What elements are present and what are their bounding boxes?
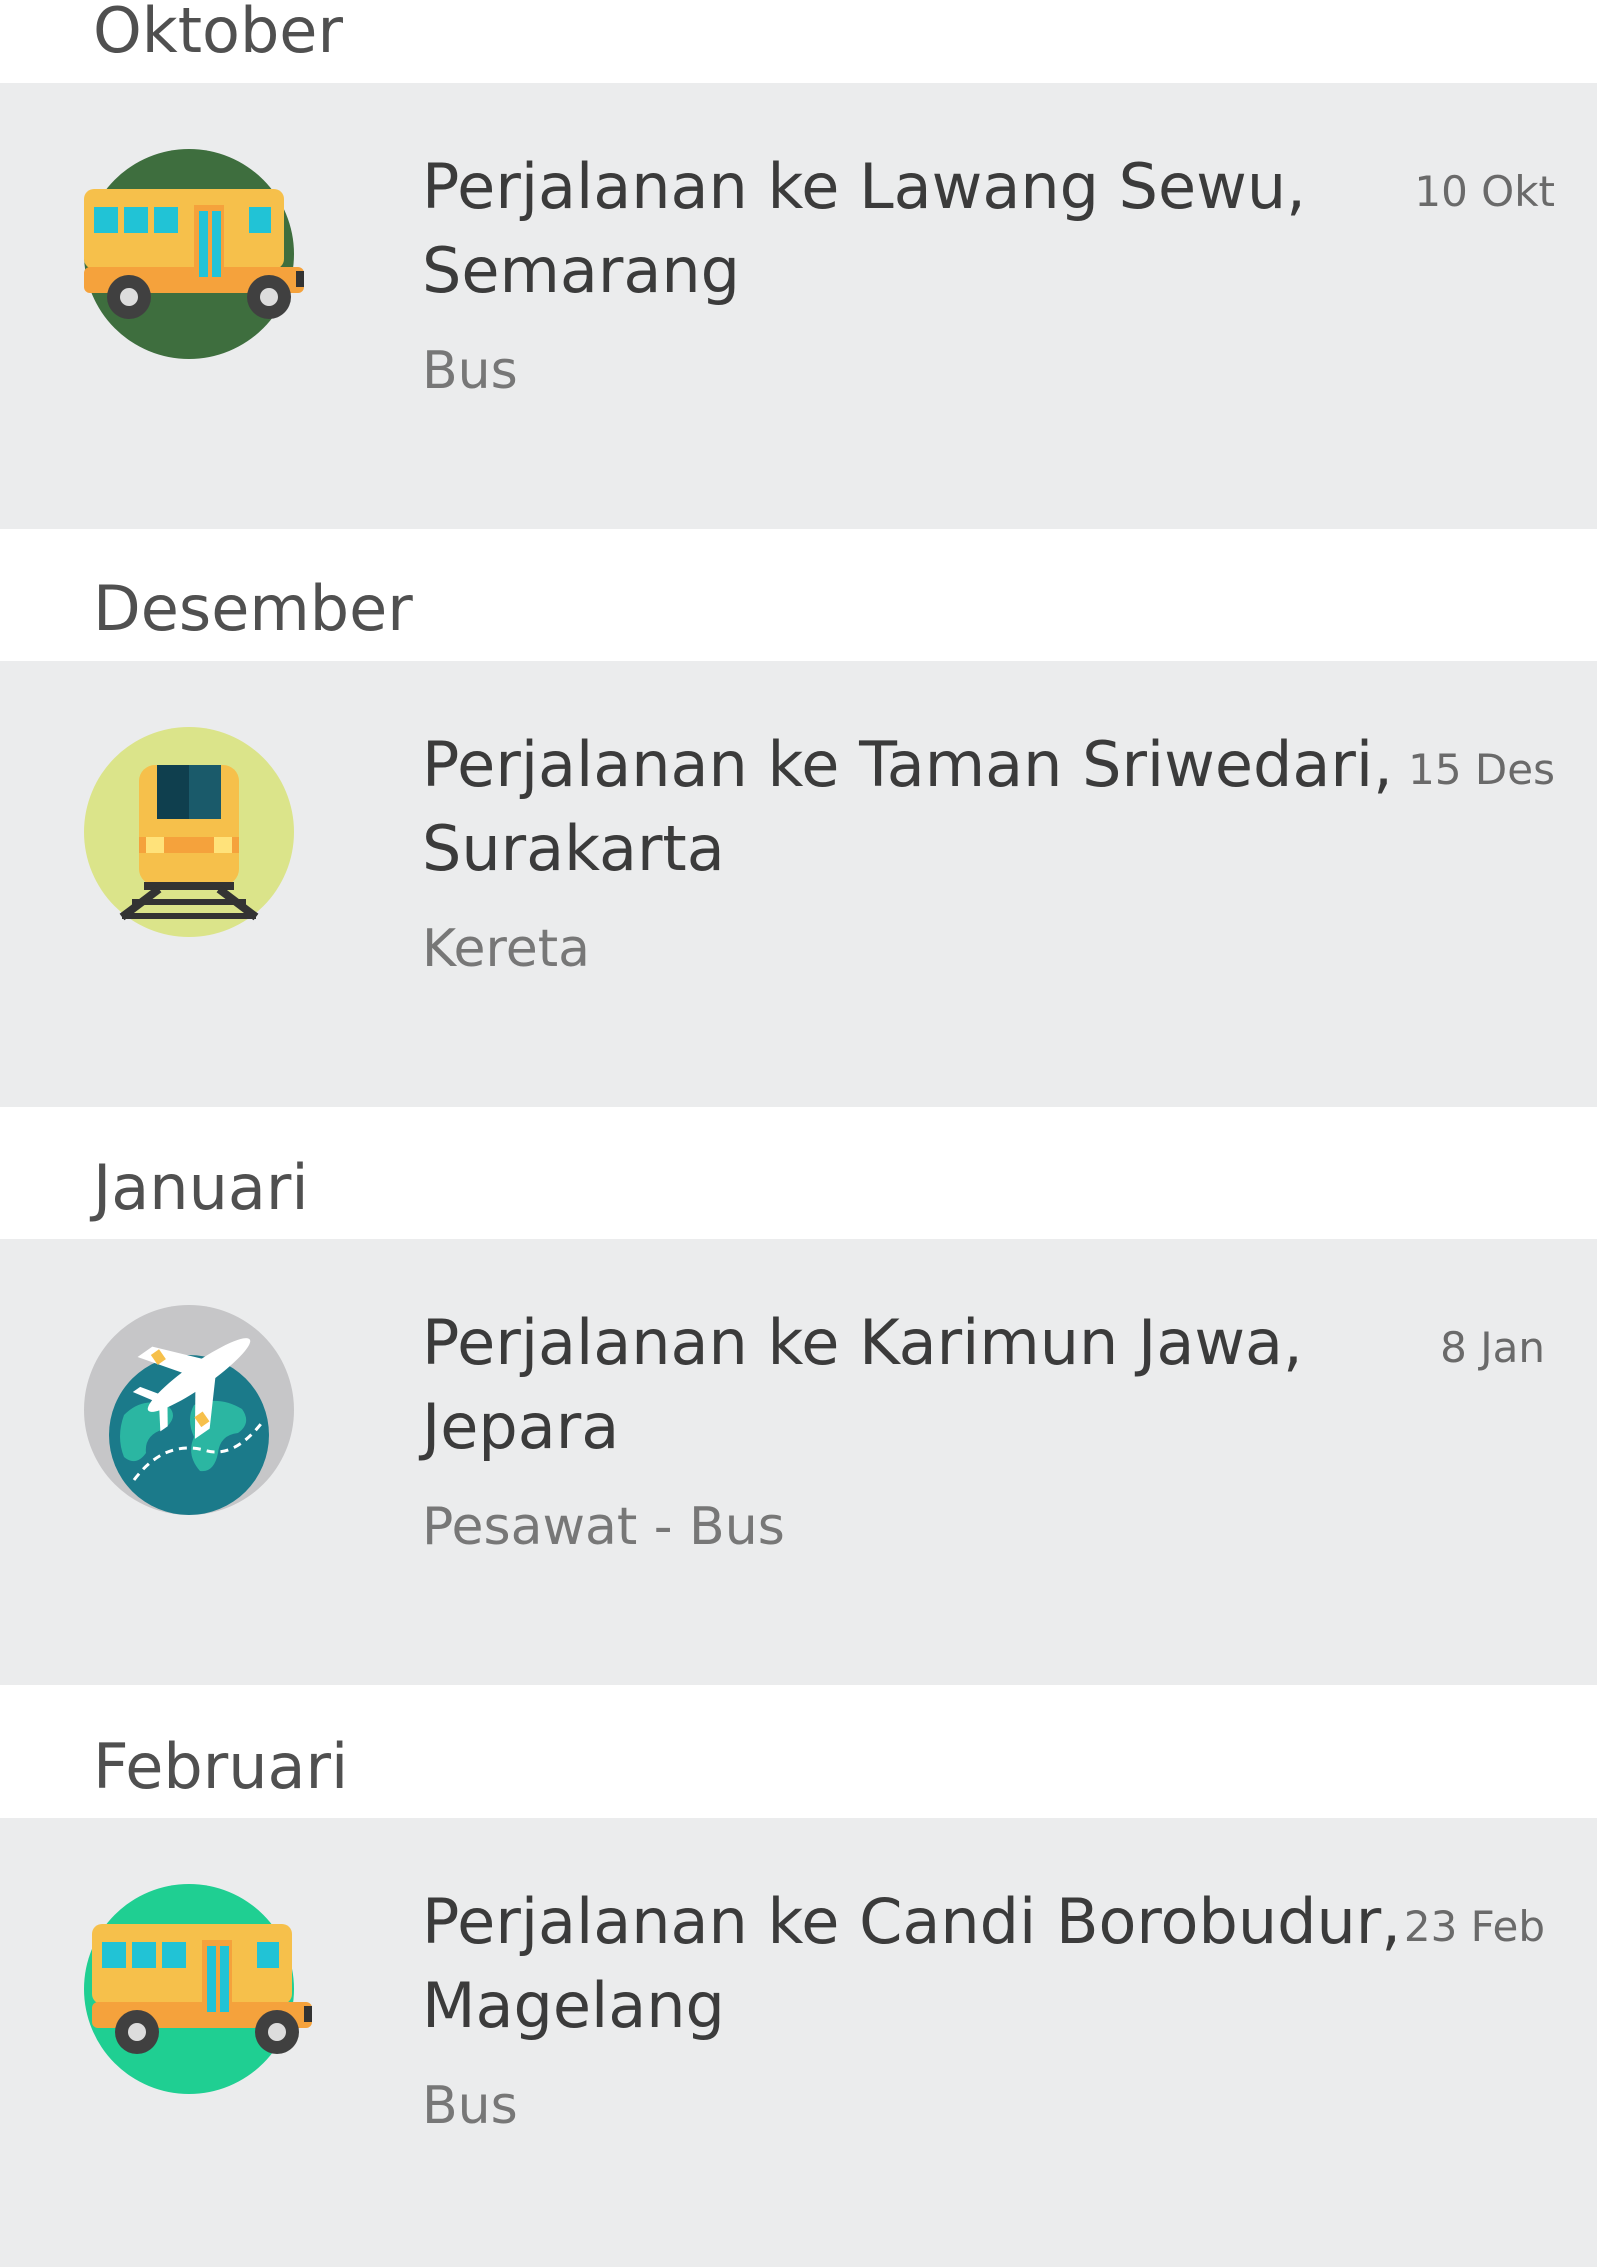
train-icon: [84, 727, 294, 937]
bus-icon: [84, 1884, 312, 2094]
bus-icon: [84, 149, 304, 359]
month-header-oktober: Oktober: [93, 0, 343, 67]
trip-card-taman-sriwedari[interactable]: Perjalanan ke Taman Sriwedari, Surakarta…: [0, 661, 1597, 1107]
month-header-februari: Februari: [93, 1730, 349, 1803]
trip-transport: Bus: [422, 2076, 518, 2136]
month-header-desember: Desember: [93, 572, 413, 645]
trip-date: 8 Jan: [1440, 1323, 1545, 1372]
trip-title: Perjalanan ke Taman Sriwedari, Surakarta: [422, 723, 1412, 891]
trip-title: Perjalanan ke Candi Borobudur, Magelang: [422, 1880, 1412, 2048]
trip-transport: Kereta: [422, 919, 590, 979]
trip-title: Perjalanan ke Lawang Sewu, Semarang: [422, 145, 1412, 313]
trip-card-lawang-sewu[interactable]: Perjalanan ke Lawang Sewu, Semarang Bus …: [0, 83, 1597, 529]
trip-card-candi-borobudur[interactable]: Perjalanan ke Candi Borobudur, Magelang …: [0, 1818, 1597, 2267]
trip-title-line-2: Semarang: [422, 234, 741, 307]
trip-title-line-1: Perjalanan ke Lawang Sewu,: [422, 150, 1306, 223]
trip-title: Perjalanan ke Karimun Jawa, Jepara: [422, 1301, 1412, 1469]
trip-transport: Bus: [422, 341, 518, 401]
trip-title-line-2: Magelang: [422, 1969, 725, 2042]
trip-title-line-1: Perjalanan ke Candi Borobudur,: [422, 1885, 1401, 1958]
plane-globe-icon: [84, 1305, 294, 1515]
trip-date: 15 Des: [1408, 745, 1555, 794]
trip-title-line-1: Perjalanan ke Taman Sriwedari,: [422, 728, 1393, 801]
trip-transport: Pesawat - Bus: [422, 1497, 785, 1557]
trip-date: 10 Okt: [1414, 167, 1555, 216]
trip-title-line-1: Perjalanan ke Karimun Jawa,: [422, 1306, 1303, 1379]
trip-card-karimun-jawa[interactable]: Perjalanan ke Karimun Jawa, Jepara Pesaw…: [0, 1239, 1597, 1685]
trip-title-line-2: Jepara: [422, 1390, 620, 1463]
trip-date: 23 Feb: [1403, 1902, 1545, 1951]
month-header-januari: Januari: [93, 1151, 309, 1224]
trip-title-line-2: Surakarta: [422, 812, 725, 885]
